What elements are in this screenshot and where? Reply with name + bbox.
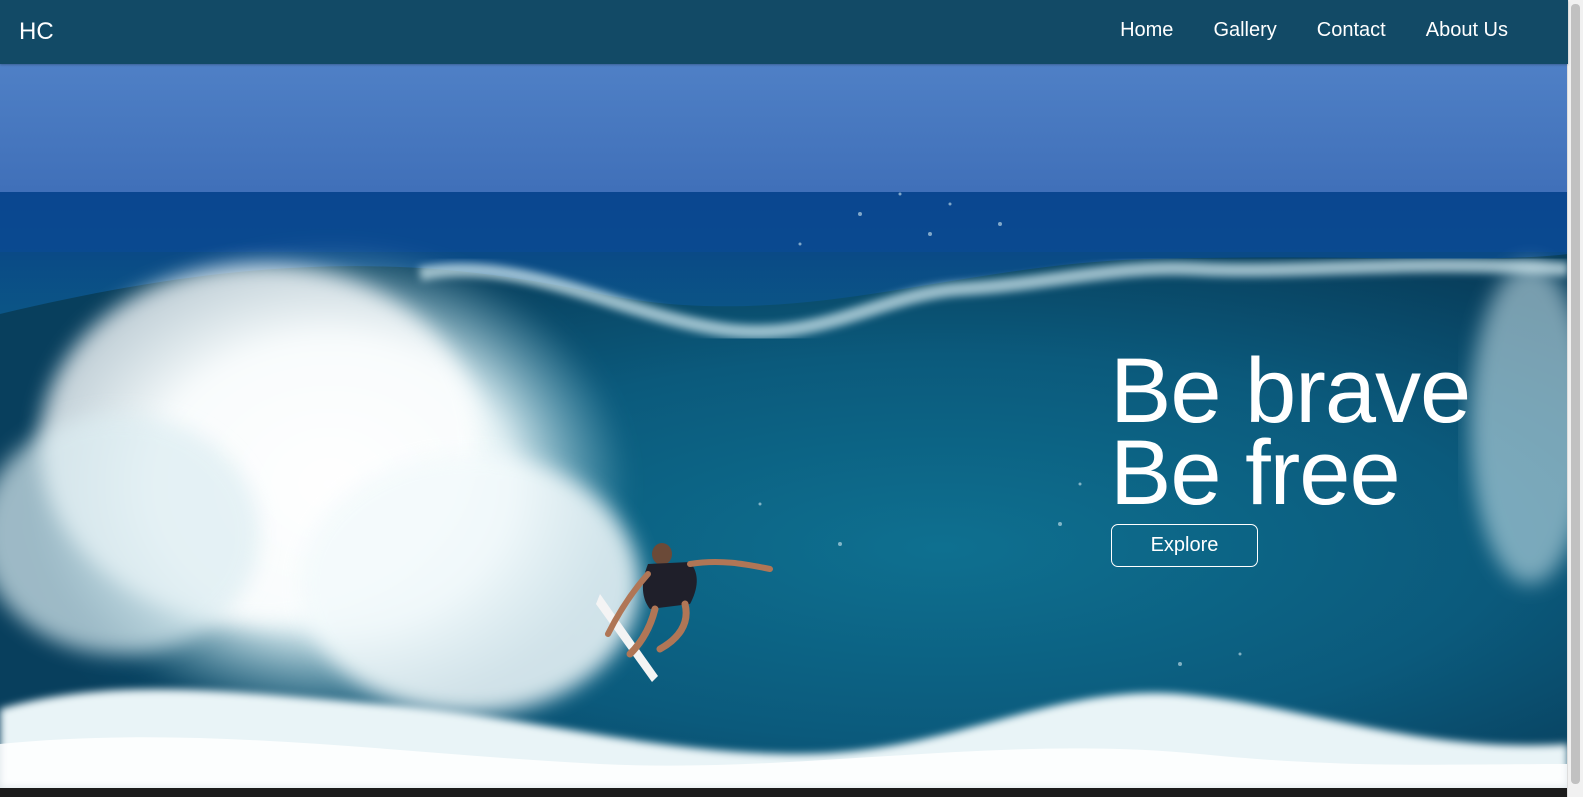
headline-line-2: Be free [1110, 422, 1401, 524]
page: HC Home Gallery Contact About Us Be brav… [0, 0, 1583, 797]
vertical-scrollbar[interactable] [1567, 0, 1583, 797]
headline-line-1: Be brave [1110, 340, 1471, 442]
nav-link-gallery[interactable]: Gallery [1213, 17, 1276, 43]
hero-headline: Be brave Be free [1110, 340, 1471, 524]
nav-link-contact[interactable]: Contact [1317, 17, 1386, 43]
top-navbar: HC Home Gallery Contact About Us [0, 0, 1568, 64]
nav-link-home[interactable]: Home [1120, 17, 1173, 43]
bottom-edge-bar [0, 788, 1568, 797]
scrollbar-thumb[interactable] [1571, 4, 1580, 784]
hero-section: Be brave Be free Explore [0, 64, 1568, 788]
explore-button[interactable]: Explore [1111, 524, 1258, 567]
nav-link-about-us[interactable]: About Us [1426, 17, 1508, 43]
brand-logo[interactable]: HC [19, 18, 54, 46]
nav-links: Home Gallery Contact About Us [1120, 17, 1508, 43]
